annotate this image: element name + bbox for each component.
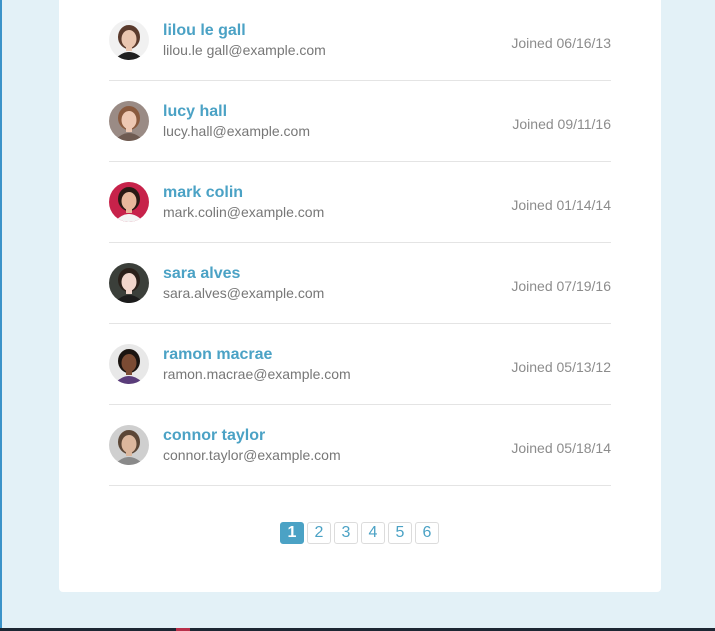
page-button-6[interactable]: 6 [415,522,439,544]
avatar[interactable] [109,101,149,141]
joined-date: Joined 06/16/13 [511,35,611,51]
page-button-2[interactable]: 2 [307,522,331,544]
user-name-link[interactable]: lilou le gall [163,22,246,40]
user-name-link[interactable]: ramon macrae [163,346,272,364]
user-name-link[interactable]: sara alves [163,265,240,283]
joined-date: Joined 09/11/16 [512,116,611,132]
user-list-card: lilou le gall lilou.le gall@example.com Jo… [59,0,661,592]
user-email: mark.colin@example.com [163,204,325,220]
page-button-4[interactable]: 4 [361,522,385,544]
avatar[interactable] [109,425,149,465]
user-row: mark colin mark.colin@example.com Joined 0… [109,162,611,243]
user-row: lucy hall lucy.hall@example.com Joined 09/… [109,81,611,162]
window-left-border [0,0,2,628]
page-button-1[interactable]: 1 [280,522,304,544]
user-row: lilou le gall lilou.le gall@example.com Jo… [109,0,611,81]
joined-date: Joined 05/13/12 [511,359,611,375]
user-name-link[interactable]: mark colin [163,184,243,202]
user-email: sara.alves@example.com [163,285,325,301]
page-button-5[interactable]: 5 [388,522,412,544]
avatar[interactable] [109,344,149,384]
user-email: lilou.le gall@example.com [163,42,326,58]
user-name-link[interactable]: connor taylor [163,427,265,445]
avatar[interactable] [109,182,149,222]
joined-date: Joined 05/18/14 [511,440,611,456]
joined-date: Joined 07/19/16 [511,278,611,294]
user-email: lucy.hall@example.com [163,123,311,139]
user-email: ramon.macrae@example.com [163,366,351,382]
user-list: lilou le gall lilou.le gall@example.com Jo… [109,0,611,486]
user-row: connor taylor connor.taylor@example.com Jo… [109,405,611,486]
avatar[interactable] [109,263,149,303]
page-button-3[interactable]: 3 [334,522,358,544]
avatar[interactable] [109,20,149,60]
user-row: sara alves sara.alves@example.com Joined 0… [109,243,611,324]
joined-date: Joined 01/14/14 [511,197,611,213]
user-email: connor.taylor@example.com [163,447,341,463]
user-name-link[interactable]: lucy hall [163,103,227,121]
user-row: ramon macrae ramon.macrae@example.com Join… [109,324,611,405]
pagination: 123456 [280,522,439,544]
